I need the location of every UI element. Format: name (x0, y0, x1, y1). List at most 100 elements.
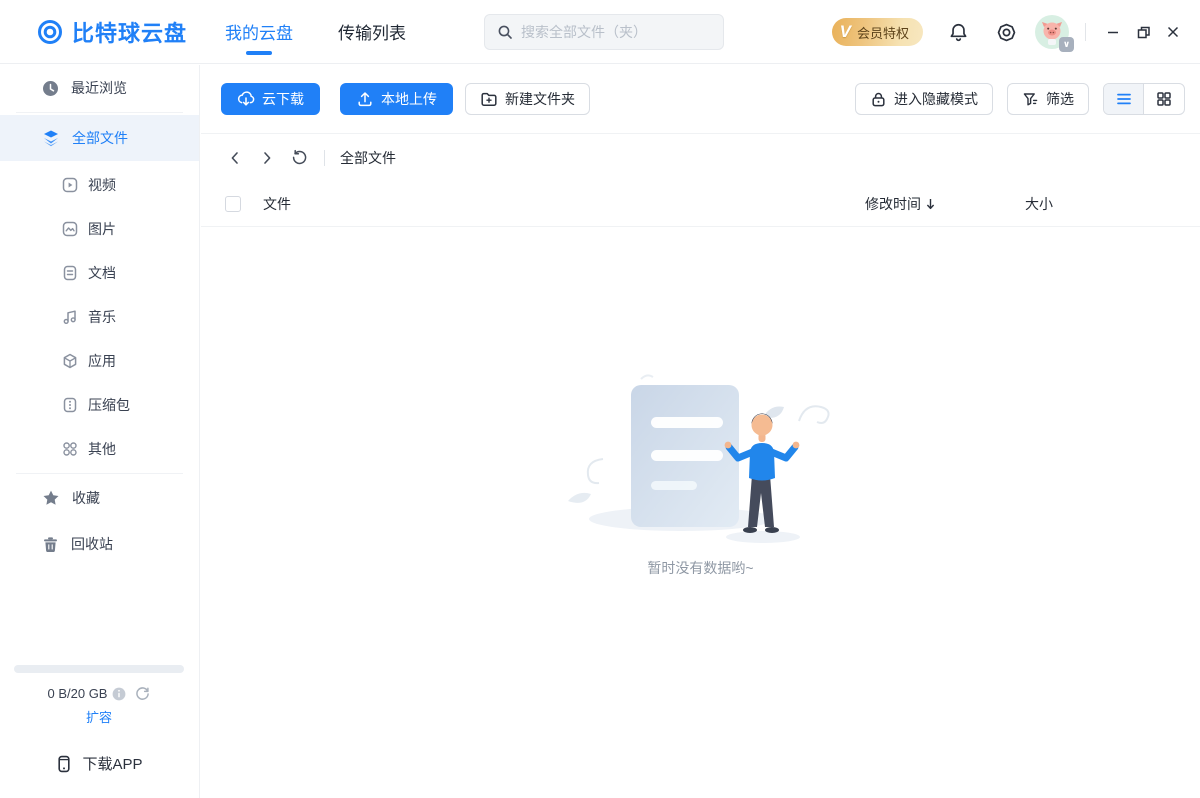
gear-icon[interactable] (989, 15, 1023, 49)
list-view-icon[interactable] (1104, 84, 1144, 114)
avatar[interactable]: ∨ (1035, 15, 1069, 49)
sidebar-item-label: 文档 (88, 263, 116, 283)
sidebar-item-recent[interactable]: 最近浏览 (0, 66, 199, 110)
logo-rings-icon (36, 18, 64, 46)
local-upload-label: 本地上传 (381, 89, 437, 109)
download-app-button[interactable]: 下载APP (0, 753, 198, 774)
sidebar-item-documents[interactable]: 文档 (0, 251, 199, 295)
main-tabs: 我的云盘 传输列表 (225, 0, 406, 64)
new-folder-label: 新建文件夹 (505, 89, 575, 109)
local-upload-button[interactable]: 本地上传 (340, 83, 453, 115)
toolbar: 云下载 本地上传 新建文件夹 (221, 83, 1185, 115)
sidebar-item-archives[interactable]: 压缩包 (0, 383, 199, 427)
sidebar-item-images[interactable]: 图片 (0, 207, 199, 251)
sidebar-item-recycle-bin[interactable]: 回收站 (0, 522, 199, 566)
bell-icon[interactable] (941, 15, 975, 49)
column-modified-label: 修改时间 (865, 194, 921, 214)
vip-v-icon: V (840, 22, 851, 42)
filter-icon (1022, 91, 1039, 108)
tab-transfer-list[interactable]: 传输列表 (338, 0, 406, 64)
sidebar-divider (16, 112, 183, 113)
info-icon[interactable] (112, 687, 126, 701)
header-right-cluster: V 会员特权 (832, 0, 1200, 64)
new-folder-icon (480, 90, 498, 108)
empty-state-message: 暂时没有数据哟~ (647, 558, 753, 578)
sidebar-item-label: 压缩包 (88, 395, 130, 415)
reload-icon[interactable] (287, 146, 311, 170)
vip-privilege-badge[interactable]: V 会员特权 (832, 18, 923, 46)
filter-label: 筛选 (1046, 89, 1074, 109)
search-icon (497, 24, 513, 40)
search-box[interactable] (484, 14, 724, 50)
storage-panel: 0 B/20 GB 扩容 (0, 665, 198, 798)
column-file: 文件 (263, 194, 291, 214)
sidebar-item-apps[interactable]: 应用 (0, 339, 199, 383)
sidebar-item-favorites[interactable]: 收藏 (0, 476, 199, 520)
sidebar-item-label: 其他 (88, 439, 116, 459)
others-icon (62, 441, 78, 457)
image-icon (62, 221, 78, 237)
star-icon (42, 489, 60, 507)
breadcrumb-divider (324, 150, 325, 166)
main-content: 云下载 本地上传 新建文件夹 (201, 65, 1200, 798)
close-icon[interactable] (1158, 17, 1188, 47)
download-app-label: 下载APP (82, 753, 142, 774)
phone-icon (55, 755, 73, 773)
archive-icon (62, 397, 78, 413)
sidebar-item-others[interactable]: 其他 (0, 427, 199, 471)
vip-badge-label: 会员特权 (857, 23, 909, 42)
sidebar-item-label: 最近浏览 (71, 78, 127, 98)
video-icon (62, 177, 78, 193)
tab-my-drive[interactable]: 我的云盘 (225, 0, 293, 64)
clock-icon (42, 80, 59, 97)
sidebar-item-label: 视频 (88, 175, 116, 195)
logo-text: 比特球云盘 (72, 16, 187, 48)
refresh-icon[interactable] (135, 686, 150, 701)
sidebar-divider (16, 473, 183, 474)
forward-icon[interactable] (255, 146, 279, 170)
sidebar-item-all-files[interactable]: 全部文件 (0, 115, 199, 161)
layers-icon (42, 129, 60, 147)
new-folder-button[interactable]: 新建文件夹 (465, 83, 590, 115)
back-icon[interactable] (223, 146, 247, 170)
minimize-icon[interactable] (1098, 17, 1128, 47)
file-table-header: 文件 修改时间 大小 (201, 181, 1200, 227)
cloud-download-label: 云下载 (262, 89, 304, 109)
breadcrumb-current: 全部文件 (340, 148, 396, 168)
sidebar-item-music[interactable]: 音乐 (0, 295, 199, 339)
sidebar: 最近浏览 全部文件 视频 (0, 65, 200, 798)
filter-button[interactable]: 筛选 (1007, 83, 1089, 115)
cloud-download-icon (237, 90, 255, 108)
trash-icon (42, 536, 59, 553)
expand-storage-link[interactable]: 扩容 (86, 707, 112, 726)
column-size: 大小 (1025, 194, 1053, 214)
storage-progress-bar (14, 665, 184, 673)
view-toggle (1103, 83, 1185, 115)
sidebar-item-label: 音乐 (88, 307, 116, 327)
sidebar-item-label: 收藏 (72, 488, 100, 508)
upload-icon (356, 90, 374, 108)
hidden-mode-label: 进入隐藏模式 (894, 89, 978, 109)
header-divider (1085, 23, 1086, 41)
vip-check-badge-icon: ∨ (1059, 37, 1074, 52)
cloud-download-button[interactable]: 云下载 (221, 83, 320, 115)
sort-desc-icon (925, 198, 936, 210)
sidebar-item-label: 全部文件 (72, 128, 128, 148)
breadcrumb: 全部文件 (201, 134, 1200, 181)
search-input[interactable] (521, 24, 701, 40)
restore-icon[interactable] (1128, 17, 1158, 47)
lock-icon (870, 91, 887, 108)
storage-usage: 0 B/20 GB (48, 686, 108, 701)
grid-view-icon[interactable] (1144, 84, 1184, 114)
column-modified[interactable]: 修改时间 (865, 194, 936, 214)
app-icon (62, 353, 78, 369)
document-icon (62, 265, 78, 281)
select-all-checkbox[interactable] (225, 196, 241, 212)
hidden-mode-button[interactable]: 进入隐藏模式 (855, 83, 993, 115)
app-header: 比特球云盘 我的云盘 传输列表 V 会员特权 (0, 0, 1200, 64)
sidebar-item-videos[interactable]: 视频 (0, 163, 199, 207)
music-icon (62, 309, 78, 325)
sidebar-item-label: 图片 (88, 219, 116, 239)
empty-state: 暂时没有数据哟~ (201, 361, 1200, 578)
sidebar-item-label: 应用 (88, 351, 116, 371)
